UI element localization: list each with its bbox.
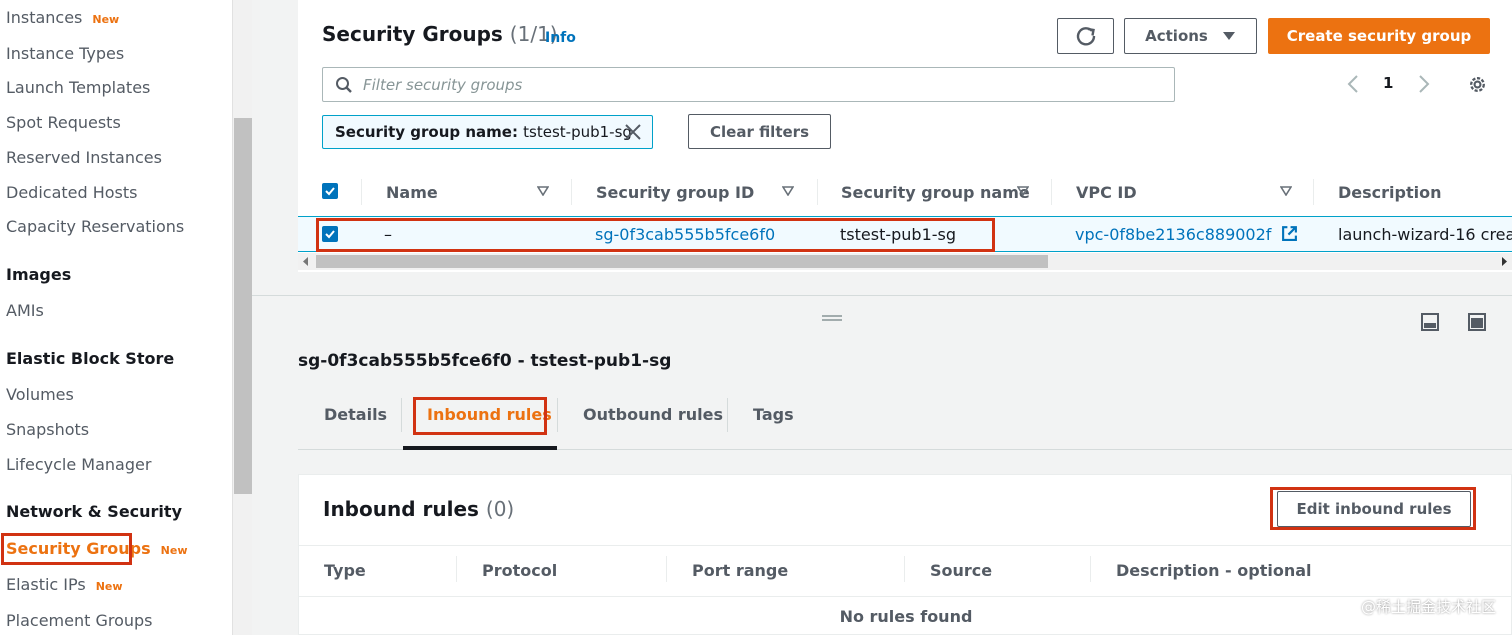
column-divider — [1090, 556, 1091, 582]
column-header-description[interactable]: Description - optional — [1116, 561, 1312, 580]
sidebar-item-instance-types[interactable]: Instance Types — [6, 44, 124, 64]
sort-icon[interactable] — [537, 186, 549, 196]
sidebar-item-placement-groups[interactable]: Placement Groups — [6, 611, 153, 631]
column-divider — [456, 556, 457, 582]
scrollbar-thumb[interactable] — [234, 118, 252, 494]
tab-divider — [727, 398, 728, 432]
security-groups-panel: Security Groups (1/1) Info Actions Creat… — [298, 0, 1512, 272]
column-divider — [817, 179, 818, 205]
arrow-left-icon[interactable] — [303, 257, 309, 266]
split-bottom-icon[interactable] — [1420, 312, 1440, 332]
sidebar-item-volumes[interactable]: Volumes — [6, 385, 74, 405]
column-divider — [571, 179, 572, 205]
empty-state: No rules found — [839, 607, 973, 626]
page-title: Security Groups (1/1) — [322, 22, 558, 46]
caret-down-icon — [1222, 32, 1235, 40]
column-header-sg-name[interactable]: Security group name — [841, 183, 1030, 202]
refresh-icon — [1076, 27, 1095, 46]
sidebar-item-lifecycle-manager[interactable]: Lifecycle Manager — [6, 455, 151, 475]
column-divider — [1051, 179, 1052, 205]
sidebar-item-launch-templates[interactable]: Launch Templates — [6, 78, 150, 98]
select-all-checkbox[interactable] — [322, 183, 338, 199]
column-header-description[interactable]: Description — [1338, 183, 1441, 202]
column-header-type[interactable]: Type — [324, 561, 366, 580]
tab-divider — [401, 398, 402, 432]
external-link-icon — [1281, 226, 1297, 241]
sidebar-item-dedicated-hosts[interactable]: Dedicated Hosts — [6, 183, 138, 203]
scrollbar-thumb[interactable] — [316, 255, 1048, 268]
column-divider — [666, 556, 667, 582]
sidebar-item-capacity-reservations[interactable]: Capacity Reservations — [6, 217, 184, 237]
column-header-vpc-id[interactable]: VPC ID — [1076, 183, 1137, 202]
new-badge: New — [95, 580, 123, 593]
sidebar-item-snapshots[interactable]: Snapshots — [6, 420, 89, 440]
chevron-right-icon[interactable] — [1418, 74, 1430, 94]
cell-sg-name: tstest-pub1-sg — [840, 225, 957, 244]
refresh-button[interactable] — [1057, 18, 1114, 54]
new-badge: New — [160, 544, 188, 557]
clear-filters-button[interactable]: Clear filters — [688, 114, 831, 149]
sort-icon[interactable] — [782, 186, 794, 196]
column-header-port-range[interactable]: Port range — [692, 561, 788, 580]
active-tab-indicator — [403, 446, 557, 450]
column-header-name[interactable]: Name — [386, 183, 438, 202]
tab-inbound-rules[interactable]: Inbound rules — [427, 405, 552, 424]
close-icon[interactable] — [622, 121, 644, 143]
sidebar-item-elastic-ips[interactable]: Elastic IPs New — [6, 575, 123, 597]
search-input[interactable]: Filter security groups — [322, 67, 1175, 102]
search-placeholder: Filter security groups — [363, 76, 523, 94]
sidebar: Instances New Instance Types Launch Templ… — [0, 0, 232, 635]
cell-description: launch-wizard-16 crea... — [1338, 225, 1512, 244]
sort-icon[interactable] — [1017, 186, 1029, 196]
chevron-left-icon[interactable] — [1347, 74, 1359, 94]
split-side-icon[interactable] — [1467, 312, 1487, 332]
sidebar-item-spot-requests[interactable]: Spot Requests — [6, 113, 121, 133]
tab-tags[interactable]: Tags — [753, 405, 794, 424]
column-divider — [361, 179, 362, 205]
detail-title: sg-0f3cab555b5fce6f0 - tstest-pub1-sg — [298, 351, 672, 371]
check-icon — [325, 230, 335, 239]
sidebar-item-instances[interactable]: Instances New — [6, 8, 119, 30]
filter-chip[interactable]: Security group name: tstest-pub1-sg — [322, 115, 653, 149]
column-divider — [904, 556, 905, 582]
table-scrollbar[interactable] — [298, 253, 1512, 270]
arrow-right-icon[interactable] — [1501, 257, 1507, 266]
column-header-protocol[interactable]: Protocol — [482, 561, 557, 580]
cell-name: – — [384, 225, 392, 244]
tab-outbound-rules[interactable]: Outbound rules — [583, 405, 723, 424]
sg-id-link[interactable]: sg-0f3cab555b5fce6f0 — [595, 225, 775, 244]
watermark: @稀土掘金技术社区 — [1360, 598, 1496, 616]
divider — [299, 545, 1512, 546]
divider — [252, 295, 1512, 296]
sidebar-scrollbar[interactable] — [232, 0, 252, 635]
gear-icon[interactable] — [1467, 74, 1488, 95]
sidebar-item-security-groups[interactable]: Security Groups New — [6, 539, 188, 561]
inbound-rules-title: Inbound rules (0) — [323, 497, 515, 521]
sidebar-heading-network-security[interactable]: Network & Security — [6, 502, 182, 522]
info-link[interactable]: Info — [545, 30, 576, 46]
tab-divider — [557, 398, 558, 432]
check-icon — [325, 187, 335, 196]
column-divider — [1313, 179, 1314, 205]
column-header-source[interactable]: Source — [930, 561, 992, 580]
vpc-id-link[interactable]: vpc-0f8be2136c889002f — [1075, 225, 1298, 244]
new-badge: New — [92, 13, 120, 26]
tab-details[interactable]: Details — [324, 405, 387, 424]
divider — [299, 596, 1512, 597]
actions-button[interactable]: Actions — [1124, 18, 1257, 54]
row-checkbox[interactable] — [322, 226, 338, 242]
sidebar-heading-images[interactable]: Images — [6, 265, 71, 285]
drag-handle-icon[interactable] — [821, 314, 843, 322]
sidebar-heading-elastic-block-store[interactable]: Elastic Block Store — [6, 349, 174, 369]
create-security-group-button[interactable]: Create security group — [1268, 18, 1490, 54]
sort-icon[interactable] — [1280, 186, 1292, 196]
edit-inbound-rules-button[interactable]: Edit inbound rules — [1277, 491, 1471, 527]
column-header-sg-id[interactable]: Security group ID — [596, 183, 754, 202]
search-icon — [336, 77, 352, 93]
inbound-rules-panel: Inbound rules (0) Edit inbound rules Typ… — [298, 474, 1512, 635]
page-number[interactable]: 1 — [1383, 74, 1393, 92]
sidebar-item-reserved-instances[interactable]: Reserved Instances — [6, 148, 162, 168]
sidebar-item-amis[interactable]: AMIs — [6, 301, 44, 321]
